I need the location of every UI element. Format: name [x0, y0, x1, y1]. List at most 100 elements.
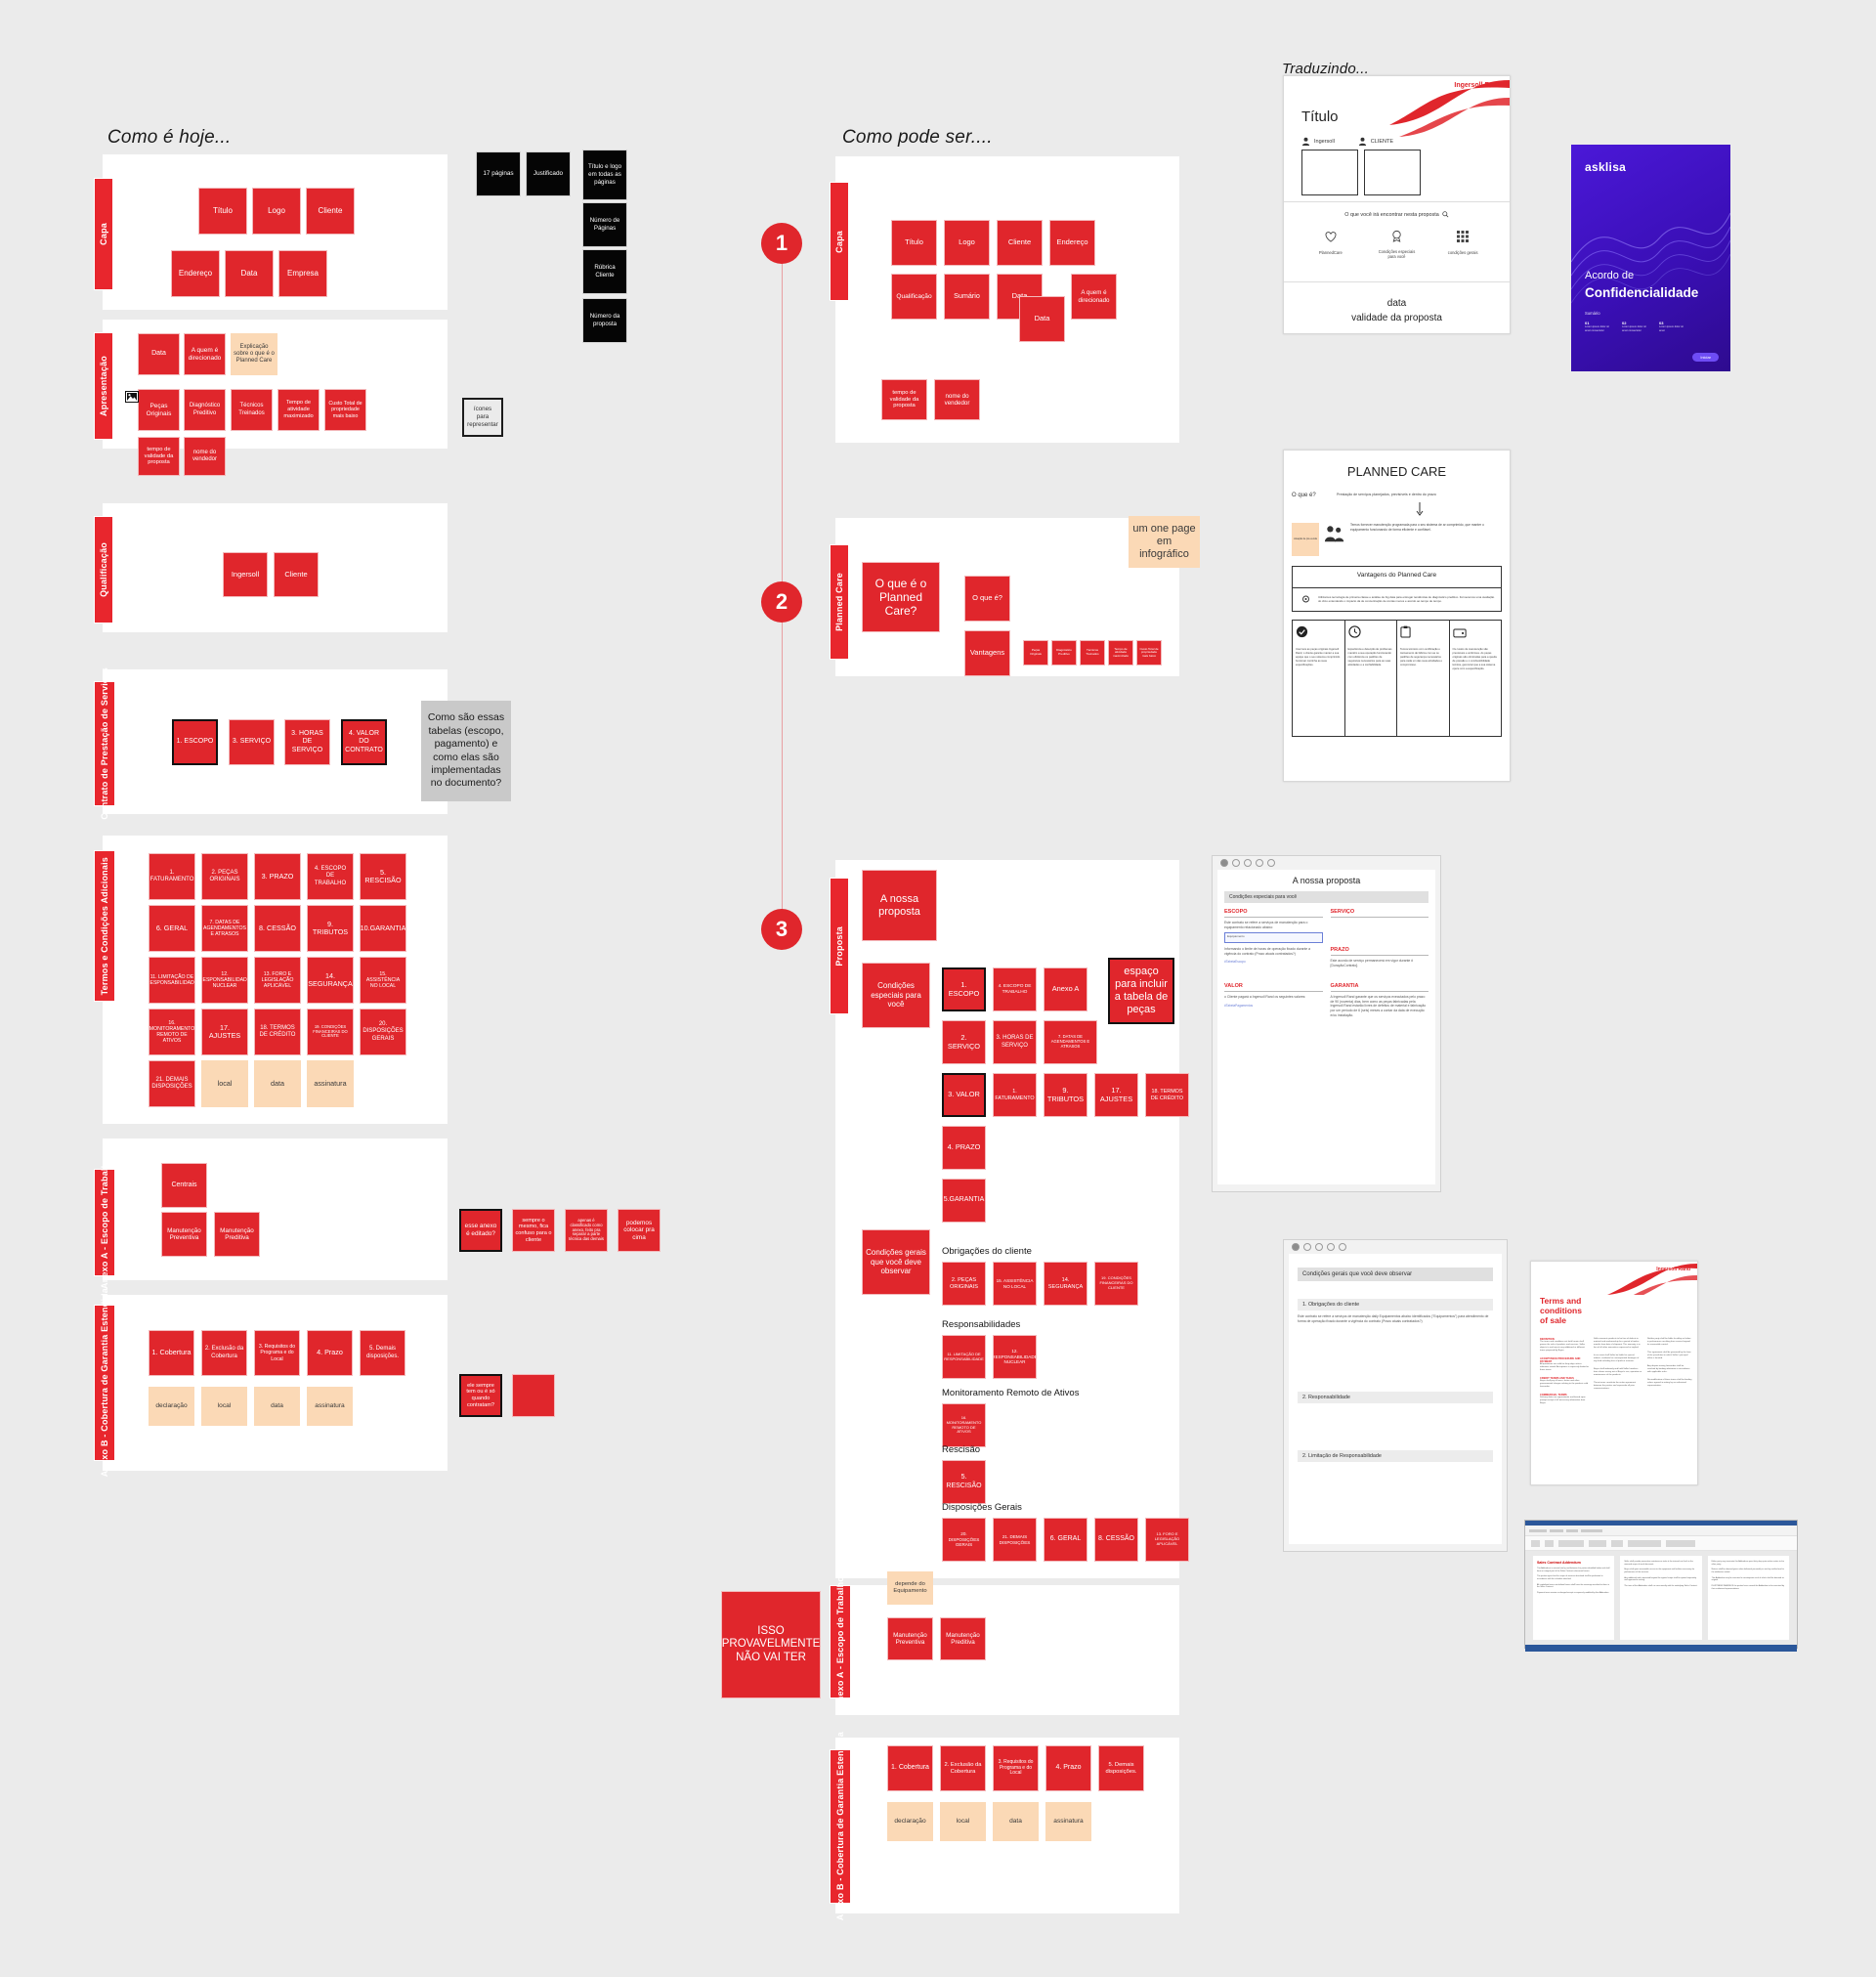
card[interactable]: Logo — [252, 188, 301, 235]
card[interactable]: Logo — [944, 220, 990, 266]
card[interactable]: 18. TERMOS DE CRÉDITO — [1145, 1073, 1189, 1117]
card[interactable]: Tempo de atividade maximizado — [1108, 640, 1133, 666]
card[interactable]: 20. DISPOSIÇÕES GERAIS — [360, 1009, 406, 1055]
card[interactable]: 9. TRIBUTOS — [307, 905, 354, 952]
card[interactable]: 2. PEÇAS ORIGINAIS — [942, 1262, 986, 1306]
card[interactable]: Sumário — [944, 274, 990, 320]
card[interactable]: 15. ASSISTÊNCIA NO LOCAL — [360, 957, 406, 1004]
card[interactable]: 2. Exclusão da Cobertura — [940, 1745, 986, 1791]
card[interactable]: 3. Requisitos do Programa e do Local — [993, 1745, 1039, 1791]
sticky-note[interactable]: Explicação sobre o que é o Planned Care — [231, 333, 277, 375]
card[interactable]: 5. Demais disposições. — [1098, 1745, 1144, 1791]
card[interactable]: 9. TRIBUTOS — [1044, 1073, 1087, 1117]
gray-question-note[interactable]: Como são essas tabelas (escopo, pagament… — [421, 701, 511, 801]
card[interactable]: 14. SEGURANÇA — [307, 957, 354, 1004]
card[interactable]: 5. Demais disposições. — [360, 1330, 405, 1376]
card[interactable]: 7. DATAS DE AGENDAMENTOS E ATRASOS — [201, 905, 248, 952]
card[interactable]: 11. LIMITAÇÃO DE RESPONSABILIDADE — [149, 957, 195, 1004]
sticky-note[interactable]: local — [201, 1060, 248, 1107]
card[interactable]: Data — [1019, 296, 1065, 342]
card[interactable]: Qualificação — [891, 274, 937, 320]
card[interactable]: Diagnóstico Preditivo — [184, 389, 226, 431]
mockup-general-conditions-ui[interactable]: Condições gerais que você deve observar … — [1283, 1239, 1508, 1552]
black-note[interactable]: 17 páginas — [476, 151, 521, 196]
card[interactable]: 19. CONDIÇÕES FINANCEIRAS DO CLIENTE — [1094, 1262, 1138, 1306]
card[interactable]: O que é? — [964, 576, 1010, 622]
card[interactable]: 2. SERVIÇO — [942, 1020, 986, 1064]
card[interactable]: 4. VALOR DO CONTRATO — [341, 719, 387, 765]
card[interactable]: 20. DISPOSIÇÕES GERAIS — [942, 1518, 986, 1562]
sticky-note[interactable]: data — [993, 1802, 1039, 1841]
card[interactable]: Manutenção Preventiva — [161, 1212, 207, 1257]
asklisa-button[interactable]: Iniciar — [1692, 353, 1719, 362]
card-general-conditions[interactable]: Condições gerais que você deve observar — [862, 1229, 930, 1295]
sticky-note[interactable]: assinatura — [1045, 1802, 1091, 1841]
note-probably-not[interactable]: ISSO PROVAVELMENTE NÃO VAI TER — [721, 1591, 821, 1698]
card[interactable]: 8. CESSÃO — [254, 905, 301, 952]
card[interactable]: 16. MONITORAMENTO REMOTO DE ATIVOS — [942, 1403, 986, 1447]
note-card[interactable]: ele sempre tem ou é só quando contratam? — [459, 1374, 502, 1417]
note-card[interactable]: apenas é classificado como anexo, feito … — [565, 1209, 608, 1252]
card[interactable]: 3. HORAS DE SERVIÇO — [993, 1020, 1037, 1064]
card[interactable]: 17. AJUSTES — [1094, 1073, 1138, 1117]
card[interactable]: 1. ESCOPO — [172, 719, 218, 765]
card[interactable]: Custo Total de propriedade mais baixo — [324, 389, 366, 431]
card[interactable]: 1. FATURAMENTO — [149, 853, 195, 900]
black-note[interactable]: Justificado — [526, 151, 571, 196]
card[interactable]: Título — [891, 220, 937, 266]
card[interactable]: 10.GARANTIA — [360, 905, 406, 952]
card[interactable]: Manutenção Preditiva — [214, 1212, 260, 1257]
black-note[interactable]: Número de Páginas — [582, 202, 627, 247]
card[interactable]: 1. Cobertura — [149, 1330, 194, 1376]
card[interactable]: 1. FATURAMENTO — [993, 1073, 1037, 1117]
note-card[interactable]: podemos colocar pra cima — [618, 1209, 661, 1252]
card[interactable]: Título — [198, 188, 247, 235]
mockup-terms-document[interactable]: Ingersoll Rand Terms and conditions of s… — [1530, 1261, 1698, 1485]
sticky-note[interactable]: data — [254, 1387, 300, 1426]
card[interactable]: 4. Prazo — [307, 1330, 353, 1376]
card[interactable]: Data — [138, 333, 180, 375]
sticky-note[interactable]: um one page em infográfico — [1129, 516, 1200, 568]
sticky-note[interactable]: assinatura — [307, 1387, 353, 1426]
card[interactable]: Cliente — [997, 220, 1043, 266]
card[interactable]: tempo de validade da proposta — [881, 379, 927, 420]
card[interactable]: 4. ESCOPO DE TRABALHO — [993, 967, 1037, 1011]
sticky-note[interactable]: assinatura — [307, 1060, 354, 1107]
sticky-note[interactable]: declaração — [887, 1802, 933, 1841]
card[interactable]: 6. GERAL — [1044, 1518, 1087, 1562]
card[interactable]: 17. AJUSTES — [201, 1009, 248, 1055]
card-special-conditions[interactable]: Condições especiais para você — [862, 963, 930, 1028]
mockup-planned-care-document[interactable]: PLANNED CARE O que é? Prestação de servi… — [1283, 450, 1511, 782]
note-card[interactable]: esse anexo é editado? — [459, 1209, 502, 1252]
card[interactable]: Peças Originais — [1023, 640, 1048, 666]
card[interactable]: nome do vendedor — [934, 379, 980, 420]
card-planned-care-question[interactable]: O que é o Planned Care? — [862, 562, 940, 632]
mockup-asklisa-document[interactable]: asklisa Acordo de Confidencialidade Sumá… — [1571, 145, 1730, 371]
sticky-note[interactable]: local — [940, 1802, 986, 1841]
black-note[interactable]: Rúbrica Cliente — [582, 249, 627, 294]
card[interactable]: Endereço — [171, 250, 220, 297]
mockup-word-document[interactable]: Sales Contract Addendum This Addendum is… — [1524, 1520, 1798, 1652]
card[interactable]: Cliente — [274, 552, 319, 597]
equipment-field[interactable]: Equipamento — [1224, 932, 1323, 944]
sticky-note[interactable]: local — [201, 1387, 247, 1426]
card[interactable]: 16. MONITORAMENTO REMOTO DE ATIVOS — [149, 1009, 195, 1055]
card[interactable]: 6. GERAL — [149, 905, 195, 952]
card[interactable]: Manutenção Preditiva — [940, 1617, 986, 1660]
card[interactable]: 2. Exclusão da Cobertura — [201, 1330, 247, 1376]
card[interactable]: 1. Cobertura — [887, 1745, 933, 1791]
card[interactable]: 19. CONDIÇÕES FINANCEIRAS DO CLIENTE — [307, 1009, 354, 1055]
sticky-note[interactable]: declaração — [149, 1387, 194, 1426]
card[interactable]: 7. DATAS DE AGENDAMENTOS E ATRASOS — [1044, 1020, 1097, 1064]
card[interactable]: nome do vendedor — [184, 437, 226, 476]
card[interactable]: Empresa — [278, 250, 327, 297]
general-item[interactable]: 2. Responsabilidade — [1298, 1392, 1493, 1404]
card[interactable]: 2. PEÇAS ORIGINAIS — [201, 853, 248, 900]
card[interactable]: 13. FORO E LEGISLAÇÃO APLICÁVEL — [254, 957, 301, 1004]
card[interactable]: 3. VALOR — [942, 1073, 986, 1117]
step-marker-1[interactable]: 1 — [761, 223, 802, 264]
card[interactable]: 5. RESCISÃO — [942, 1460, 986, 1504]
card[interactable]: 14. SEGURANÇA — [1044, 1262, 1087, 1306]
note-card-blank[interactable] — [512, 1374, 555, 1417]
card[interactable]: 8. CESSÃO — [1094, 1518, 1138, 1562]
